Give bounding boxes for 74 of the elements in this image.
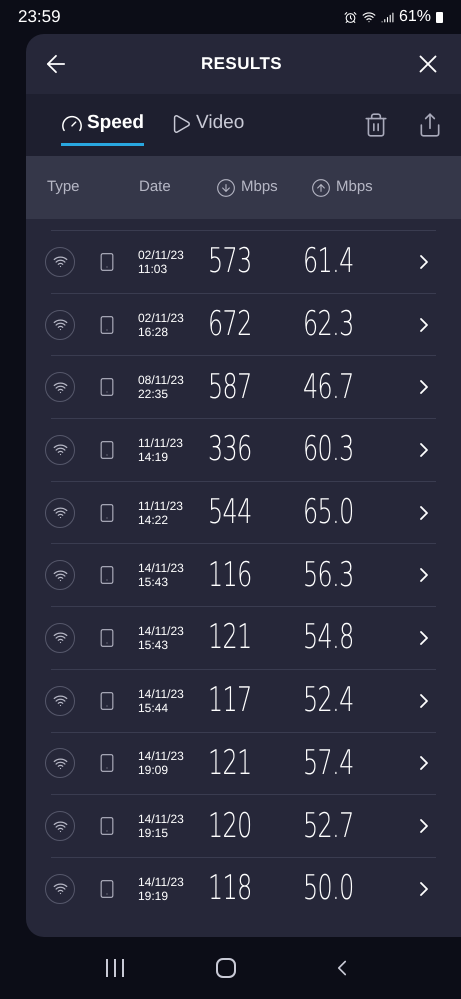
wifi-type-icon <box>45 686 75 716</box>
column-header: Mbps <box>336 177 373 198</box>
tab[interactable]: Speed <box>61 104 144 146</box>
upload-speed: 52.7 <box>303 804 354 848</box>
download-icon <box>216 178 236 198</box>
result-date: 02/11/23 <box>138 248 185 262</box>
battery-percent: 61% <box>398 7 431 27</box>
home-button[interactable] <box>216 958 236 978</box>
wifi-type-icon <box>45 246 75 277</box>
column-header: Date <box>139 177 172 198</box>
wifi-type-icon <box>45 372 75 402</box>
wifi-type-icon <box>45 560 75 590</box>
delete-button[interactable] <box>363 112 389 138</box>
wifi-icon <box>362 10 376 24</box>
column-header: Mbps <box>241 177 279 198</box>
download-speed: 117 <box>208 679 252 722</box>
wifi-type-icon <box>45 434 75 465</box>
upload-speed: 61.4 <box>303 240 354 284</box>
upload-speed: 60.3 <box>303 428 354 472</box>
signal-icon <box>380 10 394 24</box>
wifi-type-icon <box>45 811 75 842</box>
result-time: 19:09 <box>138 763 170 778</box>
result-date: 14/11/23 <box>138 812 185 826</box>
download-speed: 116 <box>208 554 252 597</box>
recent-apps-button[interactable] <box>106 959 124 977</box>
result-time: 14:19 <box>138 450 170 464</box>
battery-icon <box>436 12 443 22</box>
download-speed: 672 <box>208 303 252 346</box>
result-time: 19:19 <box>138 888 170 903</box>
tab[interactable]: Video <box>170 104 244 146</box>
upload-icon <box>311 178 331 198</box>
result-date: 14/11/23 <box>138 561 185 576</box>
result-date: 08/11/23 <box>138 373 185 388</box>
wifi-type-icon <box>45 622 75 653</box>
result-time: 16:28 <box>138 324 170 339</box>
result-time: 11:03 <box>138 262 168 276</box>
result-time: 22:35 <box>138 387 170 402</box>
upload-speed: 54.8 <box>303 616 354 660</box>
result-time: 15:43 <box>138 638 170 652</box>
upload-speed: 65.0 <box>303 491 354 534</box>
result-date: 11/11/23 <box>138 498 184 513</box>
page-title: RESULTS <box>200 53 282 76</box>
trash-icon <box>363 112 389 138</box>
result-date: 14/11/23 <box>138 874 185 889</box>
wifi-type-icon <box>45 310 75 340</box>
wifi-type-icon <box>45 748 75 778</box>
download-speed: 544 <box>208 491 252 534</box>
download-speed: 573 <box>208 240 252 284</box>
upload-speed: 46.7 <box>303 366 354 409</box>
alarm-icon <box>344 10 357 24</box>
upload-speed: 50.0 <box>303 867 354 910</box>
result-date: 11/11/23 <box>138 436 184 450</box>
upload-speed: 62.3 <box>303 303 354 346</box>
result-date: 14/11/23 <box>138 624 185 638</box>
result-date: 14/11/23 <box>138 749 185 764</box>
upload-speed: 57.4 <box>303 742 354 785</box>
result-time: 19:15 <box>138 826 170 840</box>
result-time: 14:22 <box>138 512 170 527</box>
column-header: Type <box>47 177 81 198</box>
upload-speed: 52.4 <box>303 679 354 722</box>
result-time: 15:44 <box>138 700 170 715</box>
download-speed: 121 <box>208 742 252 785</box>
download-speed: 587 <box>208 366 252 409</box>
download-speed: 120 <box>208 804 252 848</box>
download-speed: 121 <box>208 616 252 660</box>
upload-speed: 56.3 <box>303 554 354 597</box>
result-date: 02/11/23 <box>138 310 185 325</box>
status-time: 23:59 <box>18 6 61 28</box>
download-speed: 336 <box>208 428 252 472</box>
result-date: 14/11/23 <box>138 686 185 701</box>
wifi-type-icon <box>45 874 75 904</box>
wifi-type-icon <box>45 498 75 528</box>
result-time: 15:43 <box>138 575 170 590</box>
download-speed: 118 <box>208 867 252 910</box>
